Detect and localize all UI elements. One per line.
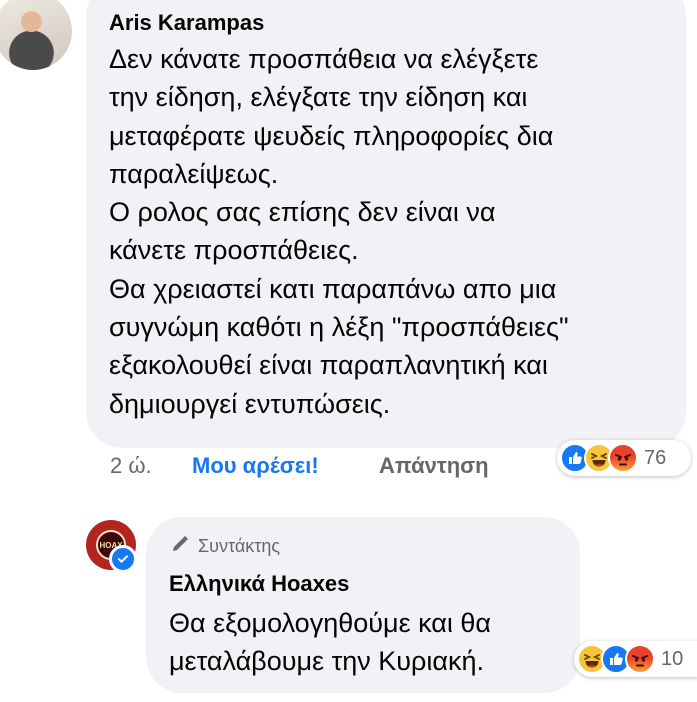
comment-text-line: δημιουργεί εντυπώσεις.: [109, 388, 391, 419]
like-button[interactable]: Μου αρέσει!: [192, 453, 319, 479]
comment-text-line: κάνετε προσπάθειες.: [109, 235, 359, 266]
comment-text-line: μεταλάβουμε την Κυριακή.: [169, 646, 485, 676]
comment-author[interactable]: Aris Karampas: [109, 10, 264, 36]
reactions-summary[interactable]: 10: [574, 641, 697, 677]
comment-text-line: Θα χρειαστεί κατι παραπάνω απο μια: [109, 273, 557, 304]
comment-text-line: την είδηση, ελέγξατε την είδηση και: [109, 82, 528, 113]
verified-badge-icon: [109, 545, 137, 573]
comment-text-line: συγνώμη καθότι η λέξη "προσπάθειες": [109, 312, 569, 343]
angry-icon: [608, 443, 638, 473]
comment-text-line: Θα εξομολογηθούμε και θα: [169, 608, 492, 638]
comment-timestamp[interactable]: 2 ώ.: [110, 453, 152, 478]
reply-button[interactable]: Απάντηση: [379, 453, 489, 479]
comment-text: Θα εξομολογηθούμε και θα μεταλάβουμε την…: [169, 604, 569, 680]
pen-icon: [170, 534, 190, 559]
comment-text-line: Δεν κάνατε προσπάθεια να ελέγξετε: [109, 44, 539, 74]
angry-icon: [625, 644, 655, 674]
reaction-count: 10: [661, 647, 684, 670]
reactions-summary[interactable]: 76: [557, 440, 691, 476]
comment-text: Δεν κάνατε προσπάθεια να ελέγξετε την εί…: [109, 40, 679, 423]
comment-text-line: μεταφέρατε ψευδείς πληροφορίες δια: [109, 120, 554, 151]
role-label: Συντάκτης: [198, 536, 281, 556]
comment-text-line: εξακολουθεί είναι παραπλανητική και: [109, 350, 548, 381]
role-badge: Συντάκτης: [170, 534, 280, 559]
comment-text-line: παραλείψεως.: [109, 158, 279, 189]
comment-thread: Aris Karampas Δεν κάνατε προσπάθεια να ε…: [0, 0, 697, 702]
comment-text-line: Ο ρολος σας επίσης δεν είναι να: [109, 197, 496, 228]
comment-author[interactable]: Ελληνικά Hoaxes: [169, 571, 349, 597]
comment-actions: 2 ώ. Μου αρέσει! Απάντηση: [110, 453, 489, 479]
reaction-count: 76: [644, 446, 667, 469]
avatar[interactable]: [0, 0, 72, 70]
